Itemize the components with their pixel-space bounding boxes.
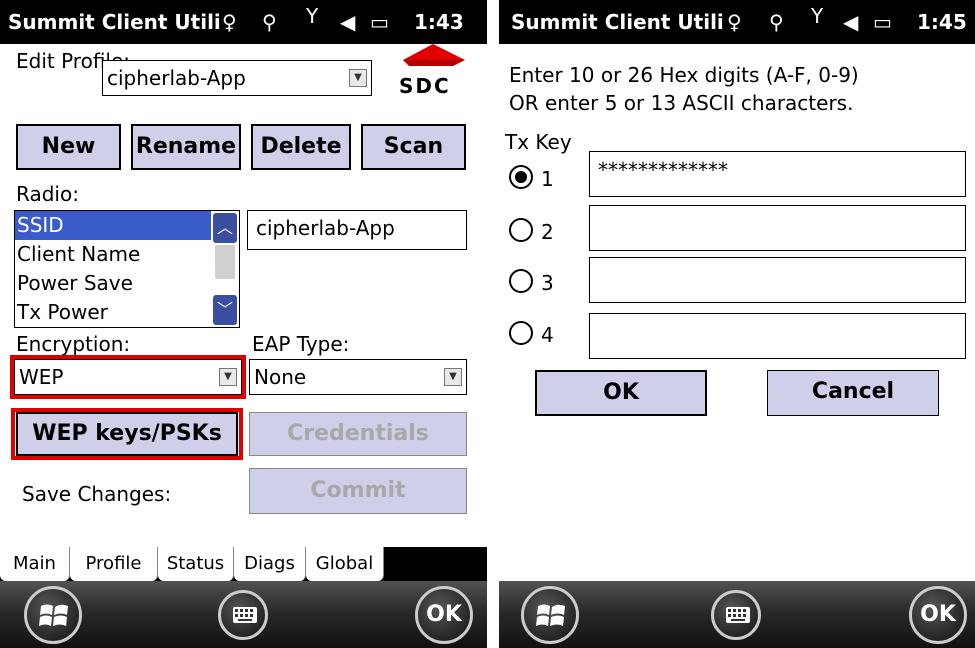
tab-global[interactable]: Global (306, 547, 384, 581)
tx-key-label-1: 1 (541, 167, 554, 191)
radio-settings-list[interactable]: SSID Client Name Power Save Tx Power ︿ ﹀ (14, 210, 240, 328)
wep-key-field-2[interactable] (589, 205, 966, 251)
save-changes-label: Save Changes: (22, 482, 172, 506)
tx-key-label: Tx Key (505, 130, 572, 154)
tab-bar: Main Profile Status Diags Global (0, 547, 487, 581)
tx-key-radio-2[interactable] (509, 218, 533, 242)
list-item[interactable]: SSID (15, 211, 239, 240)
wep-key-field-1[interactable]: ************* (589, 151, 966, 197)
volume-icon: ◀ (340, 10, 356, 34)
sdc-logo: SDC (393, 44, 465, 100)
tab-profile[interactable]: Profile (70, 547, 158, 581)
tx-key-radio-3[interactable] (509, 269, 533, 293)
windows-start-button[interactable] (24, 586, 82, 644)
profile-screen: Summit Client Utili ♀ ⚲ Y ◀ ▭ 1:43 Edit … (0, 0, 487, 648)
list-item[interactable]: Client Name (15, 240, 239, 269)
volume-icon: ◀ (843, 10, 859, 34)
signal-icon: ♀ (222, 10, 237, 34)
taskbar: OK (499, 581, 975, 648)
scroll-up-icon[interactable]: ︿ (213, 213, 237, 243)
scroll-down-icon[interactable]: ﹀ (213, 295, 237, 325)
keyboard-button[interactable] (711, 590, 761, 640)
profile-dropdown[interactable]: cipherlab-App ▼ (102, 60, 372, 96)
chevron-down-icon: ▼ (219, 368, 237, 386)
list-scrollbar[interactable]: ︿ ﹀ (211, 211, 239, 327)
wifi-icon: ⚲ (262, 10, 277, 34)
keyboard-button[interactable] (218, 590, 268, 640)
windows-start-button[interactable] (521, 586, 579, 644)
tx-key-label-4: 4 (541, 323, 554, 347)
chevron-down-icon: ▼ (349, 69, 367, 87)
app-title: Summit Client Utili (8, 10, 221, 34)
title-bar: Summit Client Utili ♀ ⚲ Y ◀ ▭ 1:45 (499, 0, 975, 44)
title-bar: Summit Client Utili ♀ ⚲ Y ◀ ▭ 1:43 (0, 0, 487, 44)
commit-button[interactable]: Commit (249, 468, 467, 514)
chevron-down-icon: ▼ (444, 368, 462, 386)
scroll-thumb[interactable] (215, 245, 235, 279)
list-item[interactable]: Power Save (15, 269, 239, 298)
encryption-dropdown[interactable]: WEP ▼ (14, 359, 242, 395)
battery-icon: ▭ (370, 10, 389, 34)
wep-key-field-3[interactable] (589, 257, 966, 303)
tx-key-radio-1[interactable] (509, 165, 533, 189)
tx-key-label-3: 3 (541, 271, 554, 295)
ssid-value-field[interactable]: cipherlab-App (247, 210, 467, 250)
clock: 1:43 (414, 10, 464, 34)
encryption-label: Encryption: (16, 332, 131, 356)
new-button[interactable]: New (16, 124, 121, 170)
clock: 1:45 (917, 10, 967, 34)
instruction-line-2: OR enter 5 or 13 ASCII characters. (509, 91, 854, 115)
rename-button[interactable]: Rename (131, 124, 241, 170)
tx-key-label-2: 2 (541, 220, 554, 244)
wep-key-field-4[interactable] (589, 313, 966, 359)
ok-button-taskbar[interactable]: OK (909, 586, 967, 644)
tab-diags[interactable]: Diags (234, 547, 306, 581)
delete-button[interactable]: Delete (251, 124, 351, 170)
app-title: Summit Client Utili (511, 10, 724, 34)
keyboard-icon (726, 607, 750, 623)
signal-icon: ♀ (727, 10, 742, 34)
eap-type-label: EAP Type: (252, 332, 350, 356)
ok-button-taskbar[interactable]: OK (415, 586, 473, 644)
credentials-button[interactable]: Credentials (249, 412, 467, 456)
radio-label: Radio: (16, 182, 79, 206)
wep-keys-screen: Summit Client Utili ♀ ⚲ Y ◀ ▭ 1:45 Enter… (499, 0, 975, 648)
ok-button[interactable]: OK (535, 370, 707, 416)
wifi-icon: ⚲ (769, 10, 784, 34)
windows-icon (536, 604, 565, 626)
windows-icon (39, 604, 68, 626)
wep-keys-button[interactable]: WEP keys/PSKs (16, 412, 238, 456)
battery-icon: ▭ (873, 10, 892, 34)
list-item[interactable]: Tx Power (15, 298, 239, 327)
screen-divider (487, 0, 499, 648)
eap-type-dropdown[interactable]: None ▼ (249, 359, 467, 395)
scan-button[interactable]: Scan (361, 124, 466, 170)
antenna-icon: Y (811, 4, 824, 28)
tab-main[interactable]: Main (0, 547, 70, 581)
tab-status[interactable]: Status (158, 547, 234, 581)
tx-key-radio-4[interactable] (509, 321, 533, 345)
antenna-icon: Y (306, 4, 319, 28)
keyboard-icon (233, 607, 257, 623)
instruction-line-1: Enter 10 or 26 Hex digits (A-F, 0-9) (509, 63, 859, 87)
taskbar: OK (0, 581, 487, 648)
cancel-button[interactable]: Cancel (767, 370, 939, 416)
